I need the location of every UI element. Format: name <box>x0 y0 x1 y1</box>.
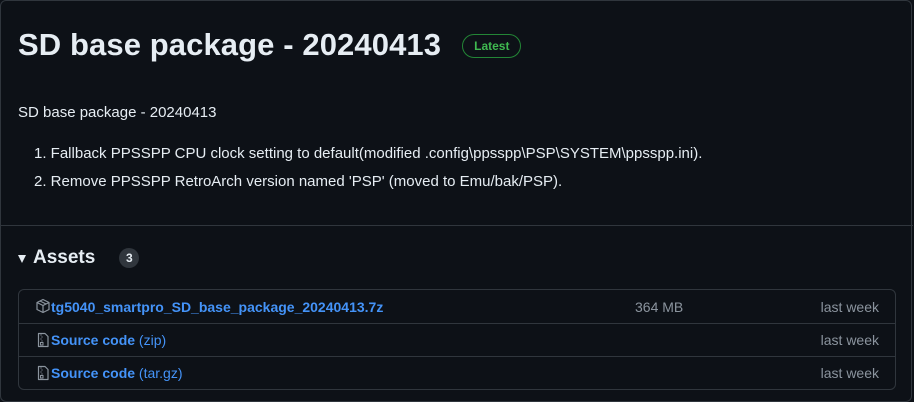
caret-down-icon <box>18 255 26 263</box>
asset-name: Source code <box>51 332 136 348</box>
assets-toggle[interactable]: Assets 3 <box>18 247 140 269</box>
asset-date: last week <box>820 365 879 381</box>
assets-count-badge: 3 <box>119 248 140 268</box>
release-note-item: 2. Remove PPSSPP RetroArch version named… <box>34 173 563 190</box>
release-notes-list: 1. Fallback PPSSPP CPU clock setting to … <box>34 144 702 200</box>
asset-name: tg5040_smartpro_SD_base_package_20240413… <box>51 298 384 315</box>
asset-date: last week <box>820 332 879 348</box>
asset-link[interactable]: tg5040_smartpro_SD_base_package_20240413… <box>51 299 383 315</box>
latest-badge: Latest <box>462 34 522 58</box>
asset-suffix: (zip) <box>135 332 167 348</box>
assets-title: Assets <box>33 247 96 268</box>
release-title[interactable]: SD base package - 20240413 <box>18 27 441 63</box>
section-divider <box>1 225 913 226</box>
asset-row: Source code (tar.gz) last week <box>19 356 895 389</box>
release-note-item: 1. Fallback PPSSPP CPU clock setting to … <box>34 145 703 162</box>
assets-list: tg5040_smartpro_SD_base_package_20240413… <box>18 289 896 390</box>
asset-name: Source code <box>51 365 136 381</box>
asset-row: tg5040_smartpro_SD_base_package_20240413… <box>19 290 895 323</box>
package-icon <box>36 298 50 314</box>
asset-size: 364 MB <box>635 298 684 315</box>
file-zip-icon <box>37 365 49 381</box>
asset-suffix: (tar.gz) <box>135 365 183 381</box>
asset-date: last week <box>820 298 879 315</box>
release-header: SD base package - 20240413 Latest <box>18 27 522 63</box>
file-zip-icon <box>37 332 49 348</box>
release-card: SD base package - 20240413 Latest SD bas… <box>0 0 913 402</box>
asset-row: Source code (zip) last week <box>19 323 895 356</box>
release-body-heading: SD base package - 20240413 <box>18 104 217 121</box>
asset-link[interactable]: Source code (tar.gz) <box>51 365 183 381</box>
asset-link[interactable]: Source code (zip) <box>51 332 166 348</box>
